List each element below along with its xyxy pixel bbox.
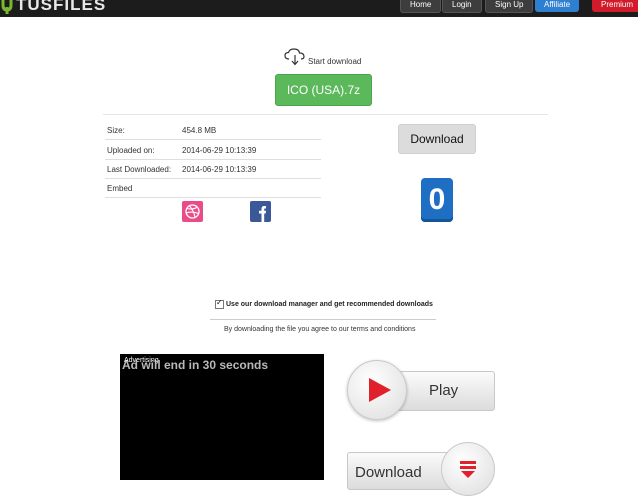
- nav-login-button[interactable]: Login: [442, 0, 482, 13]
- cloud-download-icon: [284, 48, 305, 66]
- embed-label: Embed: [107, 184, 133, 193]
- nav-home-button[interactable]: Home: [400, 0, 442, 13]
- download-button[interactable]: Download: [398, 124, 476, 154]
- download-counter: 0: [421, 178, 453, 222]
- dribbble-glyph: [185, 204, 200, 219]
- facebook-glyph: [259, 206, 266, 222]
- logo[interactable]: TUSFILES: [0, 0, 106, 15]
- last-downloaded-label: Last Downloaded:: [107, 165, 172, 174]
- download-manager-label: Use our download manager and get recomme…: [226, 301, 433, 308]
- ad-timer: Ad will end in 30 seconds: [122, 358, 269, 372]
- download-manager-checkbox[interactable]: [215, 298, 224, 309]
- divider: [210, 319, 436, 320]
- nav-affiliate-button[interactable]: Affiliate: [535, 0, 580, 12]
- info-row-embed[interactable]: Embed: [105, 178, 321, 198]
- play-button[interactable]: Play: [347, 360, 497, 420]
- info-row-last-downloaded: Last Downloaded: 2014-06-29 10:13:39: [105, 159, 321, 179]
- uploaded-value: 2014-06-29 10:13:39: [182, 146, 257, 155]
- terms-text: By downloading the file you agree to our…: [224, 326, 416, 333]
- info-row-size: Size: 454.8 MB: [105, 120, 321, 140]
- download-manager-option[interactable]: Use our download manager and get recomme…: [215, 298, 433, 309]
- facebook-icon[interactable]: [250, 201, 271, 222]
- top-navbar: TUSFILES Home Login Sign Up Affiliate Pr…: [0, 0, 638, 17]
- play-icon: [369, 378, 391, 402]
- divider: [103, 114, 548, 115]
- dribbble-icon[interactable]: [182, 201, 203, 222]
- promo-download-label: Download: [355, 464, 422, 481]
- size-label: Size:: [107, 126, 125, 135]
- start-download-label: Start download: [308, 57, 362, 66]
- download-icon-circle: [441, 442, 495, 496]
- file-name-button[interactable]: ICO (USA).7z: [275, 74, 372, 106]
- last-downloaded-value: 2014-06-29 10:13:39: [182, 165, 257, 174]
- uploaded-label: Uploaded on:: [107, 146, 155, 155]
- nav-premium-button[interactable]: Premium: [592, 0, 638, 12]
- logo-text: TUSFILES: [16, 0, 107, 14]
- start-download: Start download: [284, 48, 361, 66]
- info-row-uploaded: Uploaded on: 2014-06-29 10:13:39: [105, 140, 321, 160]
- logo-icon: [1, 0, 13, 14]
- download-arrow-icon: [460, 461, 476, 478]
- nav-signup-button[interactable]: Sign Up: [485, 0, 534, 13]
- size-value: 454.8 MB: [182, 126, 217, 135]
- ad-panel[interactable]: Advertising Ad will end in 30 seconds: [120, 354, 324, 480]
- play-icon-circle: [347, 360, 407, 420]
- play-label: Play: [429, 382, 459, 399]
- promo-download-button[interactable]: Download: [347, 442, 497, 496]
